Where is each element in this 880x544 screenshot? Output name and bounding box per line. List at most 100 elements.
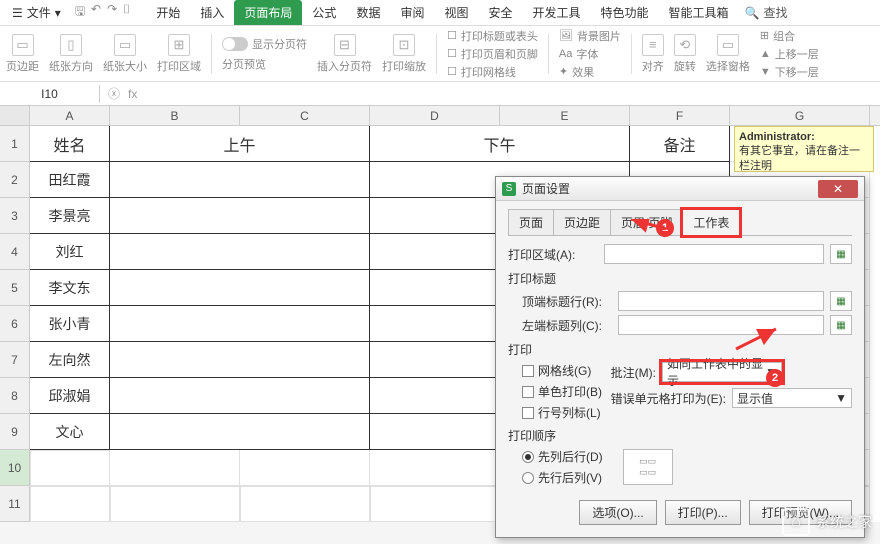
tab-review[interactable]: 审阅 xyxy=(390,0,434,25)
print-area-input[interactable] xyxy=(604,244,824,264)
tab-formula[interactable]: 公式 xyxy=(302,0,346,25)
print-button[interactable]: 打印(P)... xyxy=(665,500,741,525)
row-header[interactable]: 1 xyxy=(0,126,30,162)
left-col-label: 左端标题列(C): xyxy=(522,317,612,334)
bring-fwd-button[interactable]: ▲ 上移一层 xyxy=(760,46,819,62)
send-back-button[interactable]: ▼ 下移一层 xyxy=(760,64,819,80)
print-titles-check[interactable]: ☐ 打印标题或表头 xyxy=(447,28,538,44)
cell-comment: Administrator: 有其它事宜，请在备注一栏注明 xyxy=(734,126,874,172)
comments-combo[interactable]: 如同工作表中的显示▼ xyxy=(662,362,782,382)
formula-bar: I10 ⓧ fx xyxy=(0,82,880,106)
bg-button[interactable]: 🖼 背景图片 xyxy=(559,28,621,44)
errors-combo[interactable]: 显示值▼ xyxy=(732,388,852,408)
tab-home[interactable]: 开始 xyxy=(146,0,190,25)
header-note[interactable]: 备注 xyxy=(630,126,730,162)
ribbon: ▭页边距 ▯纸张方向 ▭纸张大小 ⊞打印区域 显示分页符 分页预览 ⊟插入分页符… xyxy=(0,26,880,82)
col-header-b[interactable]: B xyxy=(110,106,240,125)
gridlines-checkbox[interactable]: 网格线(G) xyxy=(522,362,602,379)
watermark: ⌂ 系统之家 xyxy=(782,508,872,536)
col-header-g[interactable]: G xyxy=(730,106,870,125)
print-titles-section: 打印标题 xyxy=(508,270,852,287)
print-area-button[interactable]: ⊞打印区域 xyxy=(157,34,201,74)
tab-view[interactable]: 视图 xyxy=(434,0,478,25)
close-button[interactable]: ✕ xyxy=(818,180,858,198)
header-afternoon[interactable]: 下午 xyxy=(370,126,630,162)
ref-select-icon[interactable]: ▦ xyxy=(830,244,852,264)
annotation-marker-2: 2 xyxy=(766,369,784,387)
effects-button[interactable]: ✦ 效果 xyxy=(559,64,621,80)
fx-icon[interactable]: ⓧ xyxy=(108,85,120,102)
print-icon[interactable]: ⌷ xyxy=(123,2,130,23)
insert-break-button[interactable]: ⊟插入分页符 xyxy=(317,34,372,74)
wps-icon: S xyxy=(502,182,516,196)
order-section: 打印顺序 xyxy=(508,427,852,444)
top-row-label: 顶端标题行(R): xyxy=(522,293,612,310)
annotation-marker-1: 1 xyxy=(656,219,674,237)
quick-access-toolbar: 🖫 ↶ ↷ ⌷ xyxy=(69,2,137,23)
left-col-input[interactable] xyxy=(618,315,824,335)
header-morning[interactable]: 上午 xyxy=(110,126,370,162)
orientation-button[interactable]: ▯纸张方向 xyxy=(49,34,93,74)
col-header-f[interactable]: F xyxy=(630,106,730,125)
menu-bar: ☰ 文件 ▾ 🖫 ↶ ↷ ⌷ 开始 插入 页面布局 公式 数据 审阅 视图 安全… xyxy=(0,0,880,26)
tab-insert[interactable]: 插入 xyxy=(190,0,234,25)
watermark-logo-icon: ⌂ xyxy=(782,508,810,536)
order-preview-icon: ▭▭▭▭ xyxy=(623,449,673,485)
tab-page-layout[interactable]: 页面布局 xyxy=(234,0,302,25)
dialog-tab-page[interactable]: 页面 xyxy=(508,209,554,235)
redo-icon[interactable]: ↷ xyxy=(107,2,117,23)
tab-data[interactable]: 数据 xyxy=(346,0,390,25)
ref-select-icon[interactable]: ▦ xyxy=(830,315,852,335)
tab-dev[interactable]: 开发工具 xyxy=(523,0,591,25)
dialog-titlebar[interactable]: S 页面设置 ✕ xyxy=(496,177,864,201)
tab-security[interactable]: 安全 xyxy=(478,0,522,25)
radio-over-then-down[interactable]: 先行后列(V) xyxy=(522,469,603,486)
print-grid-check[interactable]: ☐ 打印网格线 xyxy=(447,64,538,80)
watermark-text: 系统之家 xyxy=(816,512,872,532)
ribbon-tabs: 开始 插入 页面布局 公式 数据 审阅 视图 安全 开发工具 特色功能 智能工具… xyxy=(146,0,738,25)
toggle-page-break[interactable]: 显示分页符 xyxy=(222,36,307,52)
save-icon[interactable]: 🖫 xyxy=(75,2,85,23)
file-menu[interactable]: ☰ 文件 ▾ xyxy=(6,1,67,24)
col-header-e[interactable]: E xyxy=(500,106,630,125)
header-footer-check[interactable]: ☐ 打印页眉和页脚 xyxy=(447,46,538,62)
select-pane-button[interactable]: ▭选择窗格 xyxy=(706,34,750,74)
tab-smart[interactable]: 智能工具箱 xyxy=(659,0,739,25)
print-scale-button[interactable]: ⊡打印缩放 xyxy=(382,34,426,74)
comment-text: 有其它事宜，请在备注一栏注明 xyxy=(739,145,860,171)
margins-button[interactable]: ▭页边距 xyxy=(6,34,39,74)
name-box[interactable]: I10 xyxy=(0,85,100,103)
chevron-down-icon: ▼ xyxy=(835,391,847,405)
dialog-tab-margins[interactable]: 页边距 xyxy=(553,209,611,235)
font-button[interactable]: Aa 字体 xyxy=(559,46,621,62)
options-button[interactable]: 选项(O)... xyxy=(579,500,656,525)
print-area-label: 打印区域(A): xyxy=(508,246,598,263)
top-row-input[interactable] xyxy=(618,291,824,311)
rotate-button[interactable]: ⟲旋转 xyxy=(674,34,696,74)
fx-label: fx xyxy=(128,87,137,101)
ref-select-icon[interactable]: ▦ xyxy=(830,291,852,311)
align-button[interactable]: ≡对齐 xyxy=(642,34,664,74)
comment-author: Administrator: xyxy=(739,131,815,143)
col-header-c[interactable]: C xyxy=(240,106,370,125)
header-name[interactable]: 姓名 xyxy=(30,126,110,162)
col-header-d[interactable]: D xyxy=(370,106,500,125)
tab-features[interactable]: 特色功能 xyxy=(591,0,659,25)
select-all-corner[interactable] xyxy=(0,106,30,125)
page-break-preview[interactable]: 分页预览 xyxy=(222,56,307,72)
search-button[interactable]: 🔍 查找 xyxy=(745,4,788,21)
dialog-tabs: 页面 页边距 页眉/页脚 工作表 xyxy=(508,209,852,236)
dialog-title: 页面设置 xyxy=(522,180,570,197)
size-button[interactable]: ▭纸张大小 xyxy=(103,34,147,74)
dialog-tab-sheet[interactable]: 工作表 xyxy=(682,209,740,236)
errors-label: 错误单元格打印为(E): xyxy=(611,390,726,407)
col-header-a[interactable]: A xyxy=(30,106,110,125)
undo-icon[interactable]: ↶ xyxy=(91,2,101,23)
comments-label: 批注(M): xyxy=(611,364,656,381)
rowcol-checkbox[interactable]: 行号列标(L) xyxy=(522,404,602,421)
page-setup-dialog: S 页面设置 ✕ 页面 页边距 页眉/页脚 工作表 打印区域(A): ▦ 打印标题… xyxy=(495,176,865,538)
radio-down-then-over[interactable]: 先列后行(D) xyxy=(522,448,603,465)
column-headers: A B C D E F G xyxy=(0,106,880,126)
bw-checkbox[interactable]: 单色打印(B) xyxy=(522,383,602,400)
group-button[interactable]: ⊞ 组合 xyxy=(760,28,819,44)
